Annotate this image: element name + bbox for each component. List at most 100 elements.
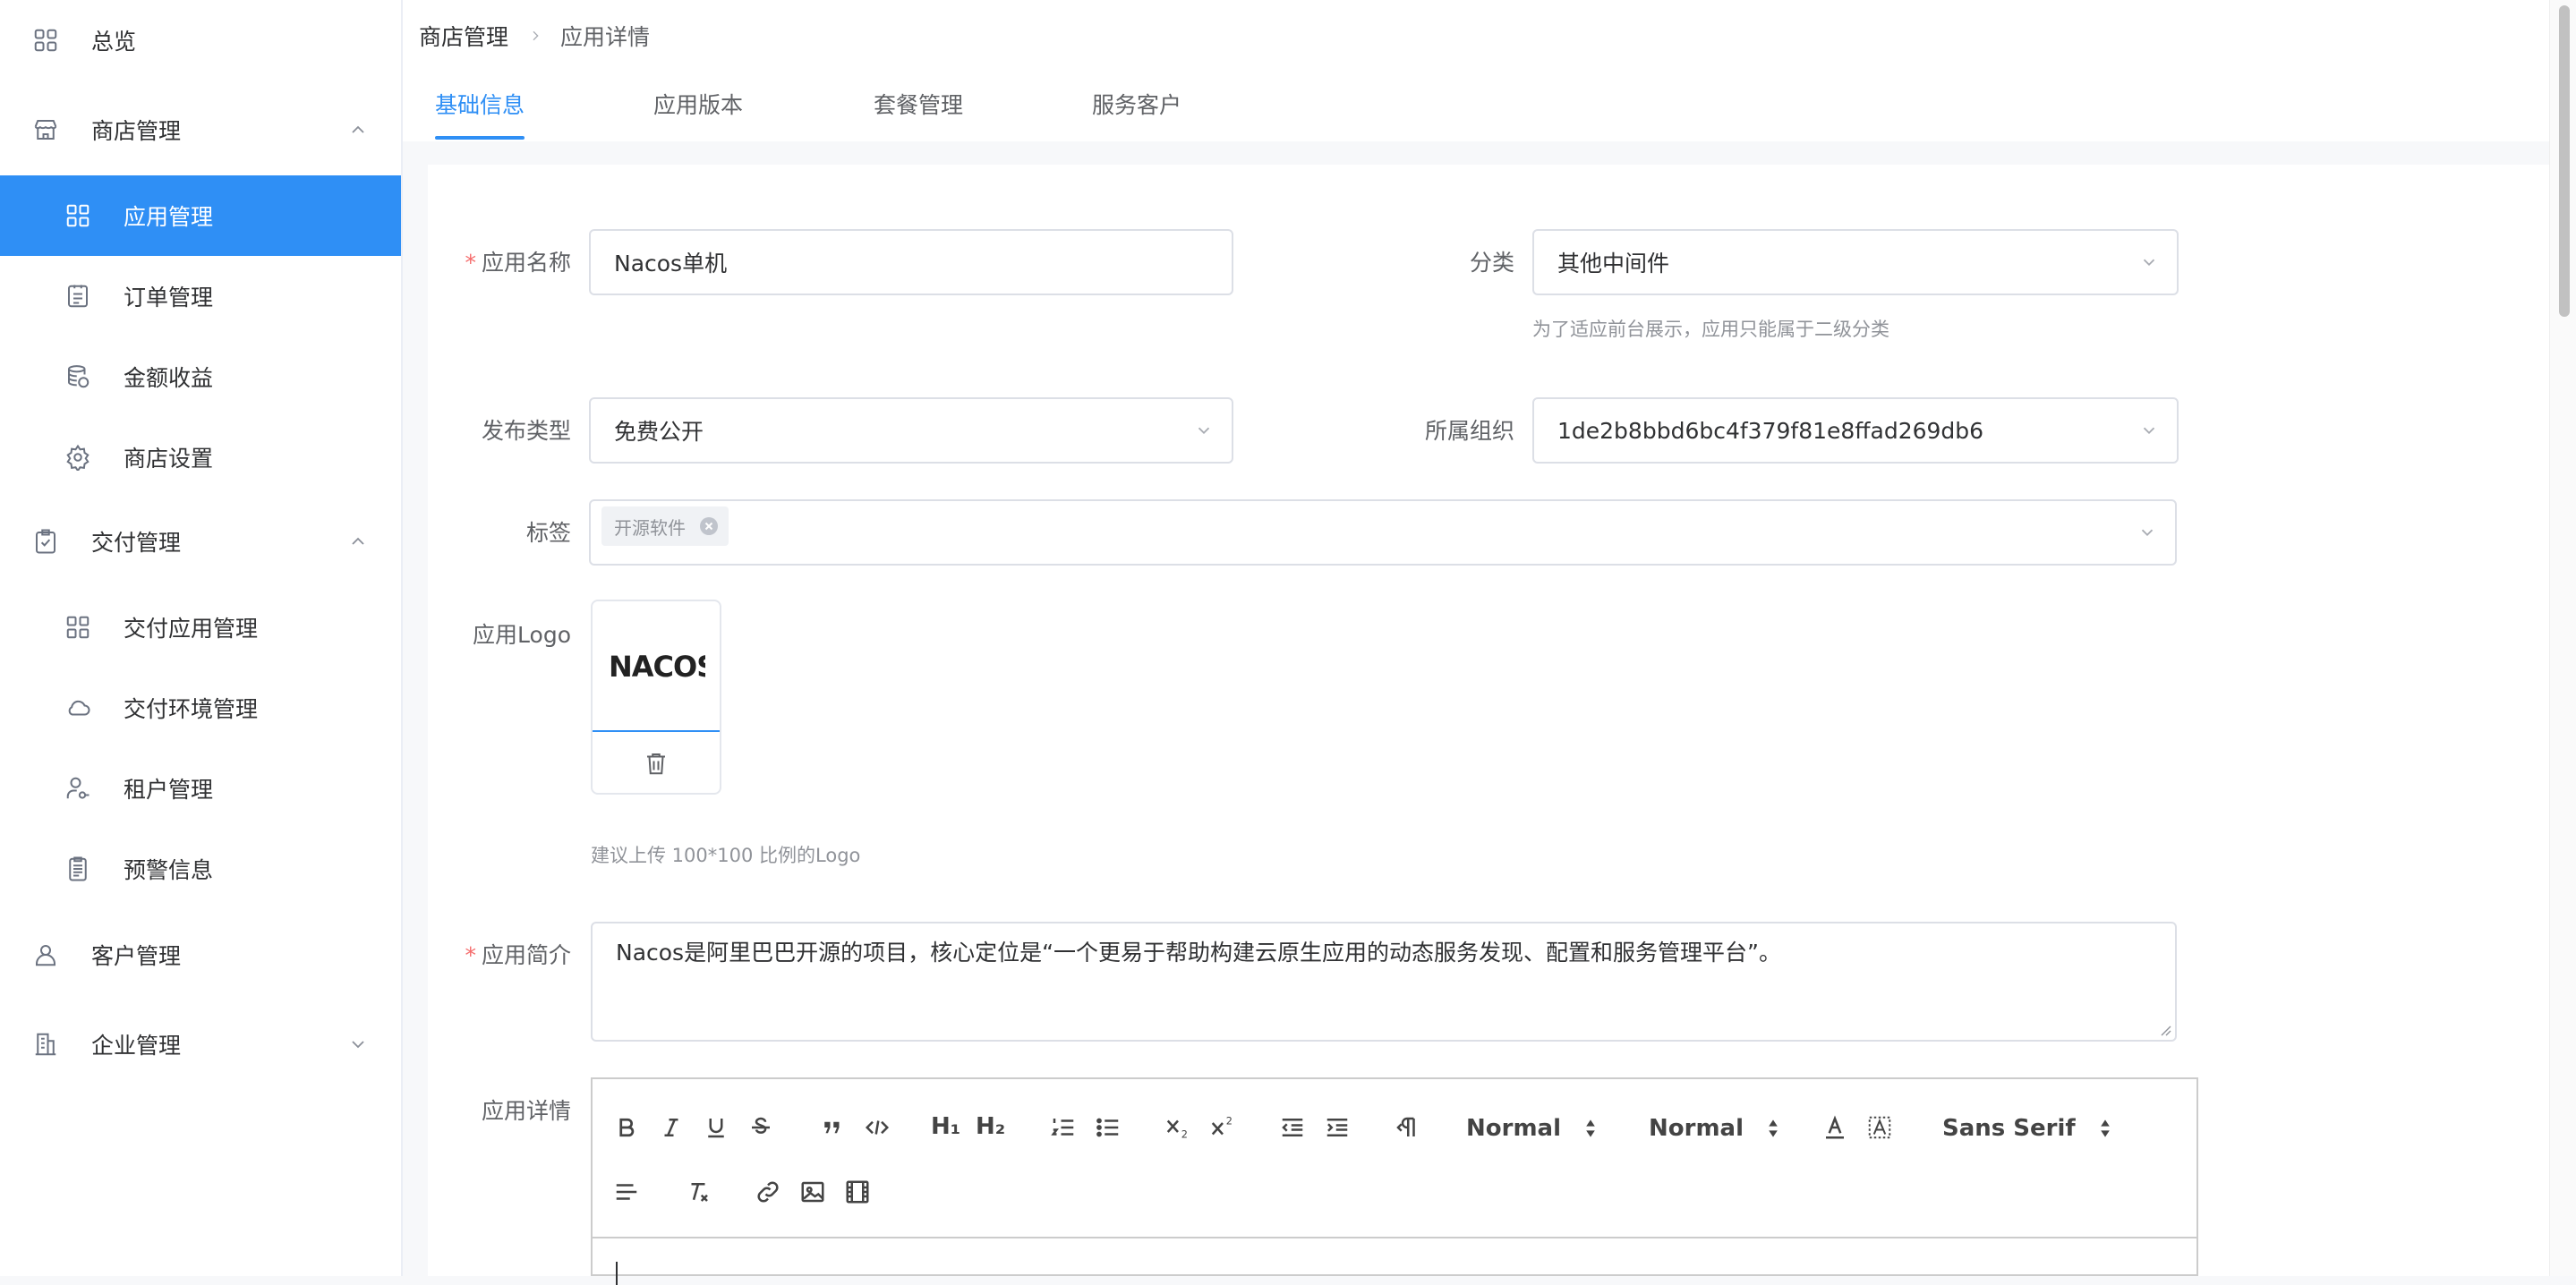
chevron-up-icon (352, 537, 364, 545)
highlight-icon (1868, 1116, 1891, 1139)
sidebar-item-orders[interactable]: 订单管理 (0, 256, 401, 336)
apps-icon (66, 616, 90, 639)
rich-text-editor: H₁ H₂ 2 2 Normal Normal Sans Serif (591, 1077, 2198, 1285)
chevron-down-icon (2143, 427, 2155, 435)
chevron-down-icon (352, 1041, 364, 1049)
text-color-button[interactable] (1819, 1111, 1851, 1144)
strike-button[interactable] (745, 1111, 777, 1144)
sidebar-item-label: 订单管理 (124, 285, 214, 311)
resize-handle-icon[interactable] (2159, 1024, 2171, 1036)
outdent-icon (1282, 1119, 1303, 1136)
sidebar-item-tenants[interactable]: 租户管理 (0, 748, 401, 829)
tab-basic-info[interactable]: 基础信息 (435, 82, 525, 141)
order-icon (68, 285, 88, 308)
font-picker[interactable]: Sans Serif (1942, 1115, 2113, 1142)
publish-type-label: 发布类型 (481, 418, 571, 444)
category-hint: 为了适应前台展示，应用只能属于二级分类 (1532, 319, 1889, 340)
code-block-button[interactable] (861, 1111, 893, 1144)
scrollbar-thumb[interactable] (2559, 5, 2570, 317)
header1-button[interactable]: H₁ (931, 1113, 960, 1140)
detail-label: 应用详情 (481, 1098, 571, 1124)
text-cursor (616, 1262, 618, 1285)
image-button[interactable] (797, 1176, 829, 1208)
ordered-list-button[interactable] (1047, 1111, 1079, 1144)
sidebar: 总览 商店管理 应用管理 订单管理 金额收益 商店设置 交付管理 交付应用管理 … (0, 0, 403, 1276)
publish-type-select[interactable]: 免费公开 (589, 397, 1233, 464)
underline-button[interactable] (700, 1111, 732, 1144)
sidebar-item-enterprise[interactable]: 企业管理 (0, 1004, 401, 1085)
chevron-down-icon (2143, 259, 2155, 267)
tab-customers[interactable]: 服务客户 (1092, 82, 1181, 141)
sidebar-item-delivery-apps[interactable]: 交付应用管理 (0, 587, 401, 668)
image-icon (801, 1181, 824, 1203)
building-icon (35, 1033, 56, 1056)
org-label: 所属组织 (1424, 418, 1514, 444)
align-button[interactable] (610, 1176, 643, 1208)
bold-icon (619, 1118, 635, 1137)
pilcrow-icon (1396, 1117, 1415, 1136)
text-direction-button[interactable] (1391, 1111, 1423, 1144)
logo-image: NACOS. (593, 601, 720, 732)
required-mark: * (465, 250, 476, 276)
indent-button[interactable] (1321, 1111, 1353, 1144)
sidebar-item-app-management[interactable]: 应用管理 (0, 175, 401, 256)
outdent-button[interactable] (1276, 1111, 1309, 1144)
intro-label: * 应用简介 (465, 942, 571, 968)
sidebar-item-delivery-env[interactable]: 交付环境管理 (0, 668, 401, 748)
background-color-button[interactable] (1864, 1111, 1896, 1144)
strikethrough-icon (752, 1117, 770, 1134)
subscript-button[interactable]: 2 (1162, 1111, 1194, 1144)
sidebar-item-delivery[interactable]: 交付管理 (0, 501, 401, 582)
breadcrumb: 商店管理 应用详情 (419, 20, 650, 52)
trash-icon[interactable] (643, 750, 670, 777)
bullet-list-button[interactable] (1092, 1111, 1124, 1144)
bold-button[interactable] (610, 1111, 643, 1144)
required-mark: * (465, 942, 476, 968)
link-icon (757, 1181, 779, 1203)
sidebar-item-alerts[interactable]: 预警信息 (0, 829, 401, 909)
tab-app-versions[interactable]: 应用版本 (653, 82, 743, 141)
video-button[interactable] (841, 1176, 874, 1208)
scrollbar[interactable] (2549, 0, 2576, 1276)
sidebar-item-store-settings[interactable]: 商店设置 (0, 417, 401, 498)
tab-packages[interactable]: 套餐管理 (874, 82, 963, 141)
updown-icon (1769, 1119, 1778, 1137)
sidebar-item-label: 交付环境管理 (124, 696, 259, 722)
user-key-icon (66, 777, 90, 799)
sidebar-item-store[interactable]: 商店管理 (0, 89, 401, 170)
alert-list-icon (69, 856, 87, 881)
font-color-icon (1826, 1115, 1844, 1139)
breadcrumb-item-store[interactable]: 商店管理 (419, 20, 508, 52)
clipboard-check-icon (36, 529, 55, 554)
align-left-icon (616, 1184, 637, 1200)
org-select[interactable]: 1de2b8bbd6bc4f379f81e8ffad269db6 (1532, 397, 2179, 464)
header-picker[interactable]: Normal (1466, 1115, 1599, 1142)
svg-text:NACOS.: NACOS. (609, 650, 705, 684)
clear-format-button[interactable] (682, 1176, 714, 1208)
close-circle-icon[interactable] (698, 515, 720, 537)
italic-button[interactable] (655, 1111, 687, 1144)
shop-icon (34, 120, 57, 140)
tags-select[interactable] (589, 499, 2177, 566)
sidebar-item-overview[interactable]: 总览 (0, 0, 401, 81)
page-header: 商店管理 应用详情 基础信息 应用版本 套餐管理 服务客户 (403, 0, 2549, 141)
sidebar-item-label: 企业管理 (91, 1033, 182, 1059)
sidebar-item-label: 交付管理 (91, 530, 182, 556)
user-icon (36, 945, 55, 966)
sidebar-item-revenue[interactable]: 金额收益 (0, 336, 401, 417)
category-select[interactable]: 其他中间件 (1532, 229, 2179, 295)
size-picker[interactable]: Normal (1649, 1115, 1781, 1142)
tab-bar: 基础信息 应用版本 套餐管理 服务客户 (403, 82, 2549, 141)
underline-icon (708, 1119, 724, 1138)
superscript-button[interactable]: 2 (1207, 1111, 1239, 1144)
clear-format-icon (691, 1183, 708, 1202)
updown-icon (2100, 1119, 2110, 1137)
app-name-input[interactable]: Nacos单机 (589, 229, 1233, 295)
header2-button[interactable]: H₂ (976, 1113, 1005, 1140)
sidebar-item-label: 客户管理 (91, 943, 182, 969)
tags-label: 标签 (525, 520, 571, 546)
sidebar-item-customers[interactable]: 客户管理 (0, 915, 401, 995)
intro-textarea[interactable]: Nacos是阿里巴巴开源的项目，核心定位是“一个更易于帮助构建云原生应用的动态服… (591, 922, 2177, 1042)
blockquote-button[interactable] (816, 1111, 849, 1144)
link-button[interactable] (752, 1176, 784, 1208)
